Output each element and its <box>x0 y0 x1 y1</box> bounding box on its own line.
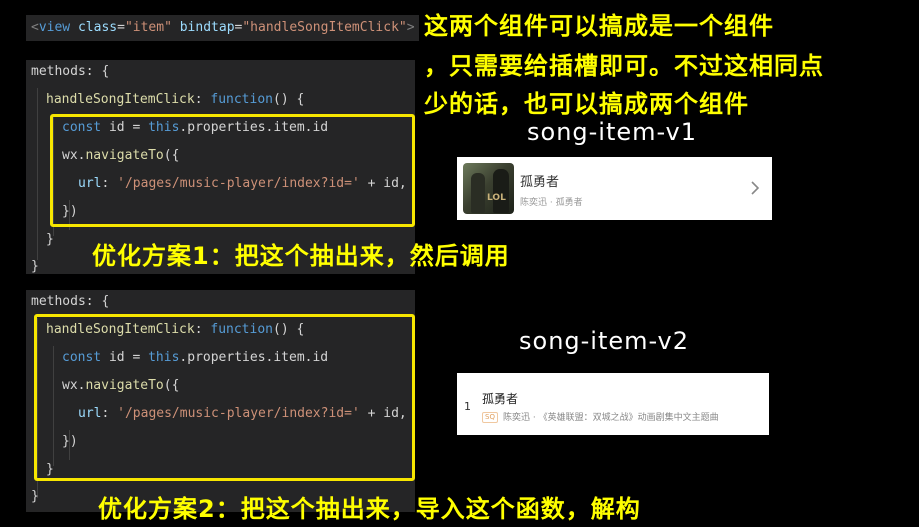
merge-note-line-2: ，只需要给插槽即可。不过这相同点 <box>424 52 824 80</box>
fn-tail: () { <box>273 92 305 107</box>
fn-name: handleSongItemClick <box>46 92 195 107</box>
song-name: 孤勇者 <box>520 175 560 190</box>
cover-figure <box>471 173 485 213</box>
code-line: methods: { <box>31 62 109 82</box>
song-meta: 陈奕迅 · 孤勇者 <box>520 198 583 208</box>
merge-note-line-1: 这两个组件可以搞成是一个组件 <box>424 12 774 40</box>
v1-title: song-item-v1 <box>527 118 698 146</box>
code-line: methods: { <box>31 292 109 312</box>
methods-open: methods: { <box>31 294 110 309</box>
fn-sep: : <box>194 92 211 107</box>
merge-note-line-3: 少的话，也可以搞成两个组件 <box>424 90 749 118</box>
attr-bindtap-value: "handleSongItemClick" <box>242 20 407 35</box>
attr-class-value: "item" <box>124 20 172 35</box>
song-index: 1 <box>464 400 471 413</box>
close-methods: } <box>31 259 39 274</box>
tag-name: view <box>38 20 71 35</box>
song-name: 孤勇者 <box>482 392 519 406</box>
chevron-right-icon[interactable] <box>750 181 760 195</box>
plan-2-note: 优化方案2：把这个抽出来，导入这个函数，解构 <box>98 495 641 523</box>
quality-badge: SQ <box>482 412 498 423</box>
close-methods: } <box>31 489 39 504</box>
tag-open: < <box>31 20 39 35</box>
album-cover-image: LOL <box>463 163 514 214</box>
song-item-v2-card[interactable]: 1 孤勇者 SQ 陈奕迅 · 《英雄联盟：双城之战》动画剧集中文主题曲 <box>457 373 769 435</box>
attr-class-name: class <box>77 20 118 35</box>
view-tag-snippet: <view class="item" bindtap="handleSongIt… <box>26 15 419 41</box>
code-line: } <box>31 257 39 277</box>
song-item-v1-card[interactable]: LOL 孤勇者 陈奕迅 · 孤勇者 <box>457 157 772 220</box>
code-line: } <box>31 487 39 507</box>
attr-bindtap-name: bindtap <box>179 20 235 35</box>
cover-logo: LOL <box>487 193 506 203</box>
plan-1-note: 优化方案1：把这个抽出来，然后调用 <box>92 242 510 270</box>
code-line: } <box>46 230 54 250</box>
attr-eq-1: = <box>117 20 125 35</box>
indent-guide <box>37 88 38 260</box>
song-meta: 陈奕迅 · 《英雄联盟：双城之战》动画剧集中文主题曲 <box>503 413 719 423</box>
cover-figure <box>493 169 509 213</box>
view-tag-line: <view class="item" bindtap="handleSongIt… <box>31 18 415 38</box>
methods-open: methods: { <box>31 64 110 79</box>
v2-title: song-item-v2 <box>519 327 690 355</box>
fn-keyword: function <box>210 92 273 107</box>
highlight-box-1 <box>50 114 415 227</box>
highlight-box-2 <box>34 314 415 481</box>
code-line: handleSongItemClick: function() { <box>46 90 304 110</box>
tag-close: > <box>406 20 415 35</box>
close-fn: } <box>46 232 54 247</box>
